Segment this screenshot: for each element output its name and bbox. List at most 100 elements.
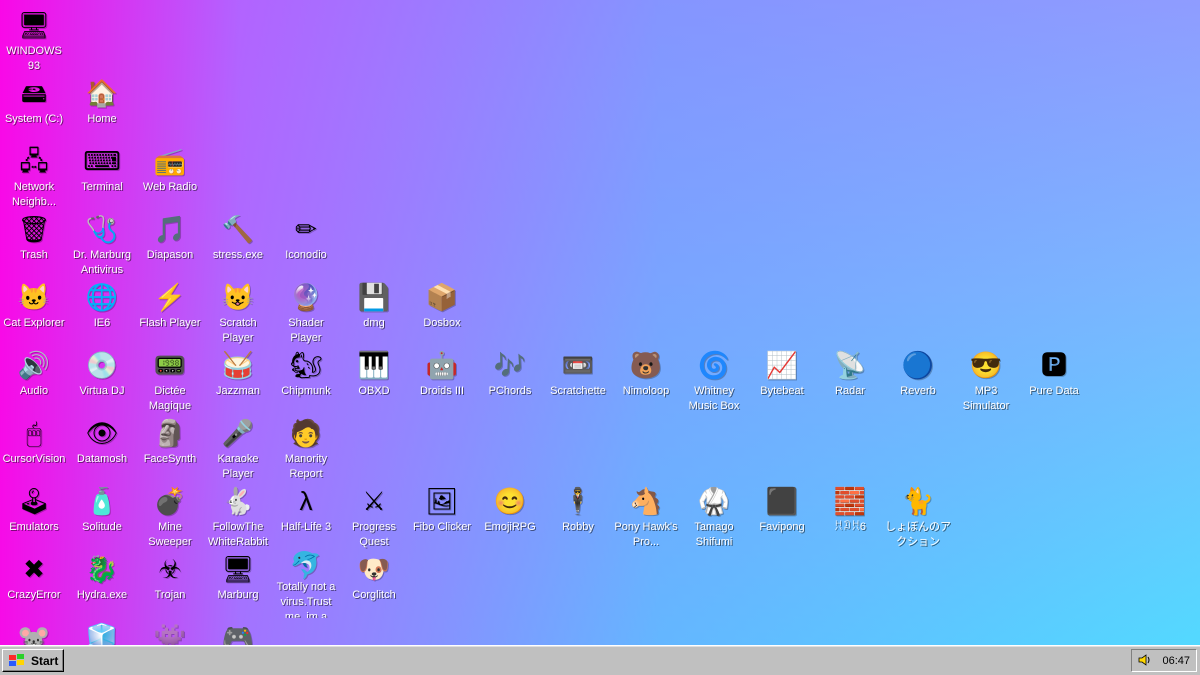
crazyerror-icon: ✖ (23, 554, 45, 584)
desktop-icon-grid: 🖥 WINDOWS 93 🖴 System (C:) 🏠 Home 🖧 Network Nei… (0, 6, 1156, 645)
desktop-icon-fibo-clicker[interactable]: 🖼 Fibo Clicker (408, 482, 476, 550)
desktop-icon-terminal[interactable]: ⌨ Terminal (68, 142, 136, 210)
trojan-icon: ☣ (158, 554, 182, 584)
desktop-icon-totally-not-a-virus-trust-me-im-a-dolphin[interactable]: 🐬Totally not a virus.Trust me..im a dolp… (272, 550, 340, 618)
desktop-icon-chipmunk[interactable]: 🐿 Chipmunk (272, 346, 340, 414)
desktop-icon-crazyerror[interactable]: ✖ CrazyError (0, 550, 68, 618)
desktop-icon-droids-iii[interactable]: 🤖 Droids III (408, 346, 476, 414)
speaker-icon[interactable] (1138, 653, 1152, 667)
desktop-icon-followthe-whiterabbit[interactable]: 🐇 FollowThe WhiteRabbit (204, 482, 272, 550)
desktop-icon-hydra-exe[interactable]: 🐉 Hydra.exe (68, 550, 136, 618)
desktop-icon-emojirpg[interactable]: 😊 EmojiRPG (476, 482, 544, 550)
empty-cell (816, 142, 884, 210)
desktop-icon-pchords[interactable]: 🎶 PChords (476, 346, 544, 414)
desktop-icon-trojan[interactable]: ☣ Trojan (136, 550, 204, 618)
desktop-icon-mp3-simulator[interactable]: 😎 MP3 Simulator (952, 346, 1020, 414)
desktop-icon-cat-explorer[interactable]: 🐱 Cat Explorer (0, 278, 68, 346)
desktop-icon-icon-132[interactable]: 🐈 しょぼんのアクション (884, 482, 952, 550)
desktop-icon-label: Nimoloop (622, 385, 670, 397)
desktop-icon-audio[interactable]: 🔊 Audio (0, 346, 68, 414)
clock: 06:47 (1162, 654, 1190, 667)
empty-cell (544, 278, 612, 346)
desktop-icon-pony-hawk-s-pro[interactable]: 🐴 Pony Hawk's Pro... (612, 482, 680, 550)
desktop-icon-nimoloop[interactable]: 🐻 Nimoloop (612, 346, 680, 414)
desktop-icon-karaoke-player[interactable]: 🎤 Karaoke Player (204, 414, 272, 482)
pony-hawk-s-pro-icon: 🐴 (629, 486, 663, 516)
desktop-icon-manority-report[interactable]: 🧑 Manority Report (272, 414, 340, 482)
desktop-icon-6[interactable]: 🧱 ꀡꀣꀡ6 (816, 482, 884, 550)
desktop-icon-jazzman[interactable]: 🥁 Jazzman (204, 346, 272, 414)
empty-cell (884, 278, 952, 346)
desktop-icon-iconodio[interactable]: ✏ Iconodio (272, 210, 340, 278)
diapason-icon: 🎵 (153, 214, 187, 244)
desktop-icon-radar[interactable]: 📡 Radar (816, 346, 884, 414)
desktop-icon-dosbox[interactable]: 📦 Dosbox (408, 278, 476, 346)
desktop-icon-label: Dictée Magique (148, 385, 192, 412)
mine-sweeper-icon: 💣 (153, 486, 187, 516)
desktop-icon-dr-marburg-antivirus[interactable]: 🩺 Dr. Marburg Antivirus (68, 210, 136, 278)
desktop-icon-corglitch[interactable]: 🐶 Corglitch (340, 550, 408, 618)
desktop-icon-label: Network Neighb... (11, 181, 57, 208)
desktop-icon-web-radio[interactable]: 📻 Web Radio (136, 142, 204, 210)
desktop-icon-emulators[interactable]: 🕹 Emulators (0, 482, 68, 550)
desktop-icon-icon-153[interactable]: 🐭 (0, 618, 68, 645)
empty-cell (272, 142, 340, 210)
start-button[interactable]: Start (2, 649, 64, 672)
desktop-icon-obxd[interactable]: 🎹 OBXD (340, 346, 408, 414)
desktop-icon-trash[interactable]: 🗑 Trash (0, 210, 68, 278)
desktop-icon-label: Home (87, 113, 117, 125)
desktop-icon-marburg[interactable]: 🖥 Marburg (204, 550, 272, 618)
empty-cell (748, 74, 816, 142)
desktop-icon-solitude[interactable]: 🧴 Solitude (68, 482, 136, 550)
desktop-icon-dmg[interactable]: 💾 dmg (340, 278, 408, 346)
desktop-icon-whitney-music-box[interactable]: 🌀 Whitney Music Box (680, 346, 748, 414)
start-label: Start (31, 653, 59, 668)
desktop-icon-home[interactable]: 🏠 Home (68, 74, 136, 142)
desktop-icon-ie6[interactable]: 🌐 IE6 (68, 278, 136, 346)
empty-cell (1020, 142, 1088, 210)
empty-cell (408, 74, 476, 142)
desktop-icon-scratchette[interactable]: 📼 Scratchette (544, 346, 612, 414)
mp3-simulator-icon: 😎 (969, 350, 1003, 380)
empty-cell (748, 414, 816, 482)
desktop-icon-stress-exe[interactable]: 🔨 stress.exe (204, 210, 272, 278)
desktop-icon-system-c[interactable]: 🖴 System (C:) (0, 74, 68, 142)
desktop-icon-virtua-dj[interactable]: 💿 Virtua DJ (68, 346, 136, 414)
empty-cell (1088, 550, 1156, 618)
desktop-icon-label: Reverb (900, 385, 936, 397)
empty-cell (612, 278, 680, 346)
desktop-icon-tamago-shifumi[interactable]: 🥋 Tamago Shifumi (680, 482, 748, 550)
desktop-icon-label: Karaoke Player (217, 453, 259, 480)
desktop-icon-shader-player[interactable]: 🔮 Shader Player (272, 278, 340, 346)
desktop-icon-label: MP3 Simulator (962, 385, 1010, 412)
desktop-icon-robby[interactable]: 🕴 Robby (544, 482, 612, 550)
empty-cell (340, 414, 408, 482)
desktop-icon-pure-data[interactable]: 🅿 Pure Data (1020, 346, 1088, 414)
desktop-icon-progress-quest[interactable]: ⚔ Progress Quest (340, 482, 408, 550)
empty-cell (136, 6, 204, 74)
desktop-icon-cursorvision[interactable]: 🖱 CursorVision (0, 414, 68, 482)
desktop-icon-reverb[interactable]: 🔵 Reverb (884, 346, 952, 414)
desktop-icon-scratch-player[interactable]: 😺 Scratch Player (204, 278, 272, 346)
desktop-icon-dict-e-magique[interactable]: 📟 Dictée Magique (136, 346, 204, 414)
desktop-icon-facesynth[interactable]: 🗿 FaceSynth (136, 414, 204, 482)
robby-icon: 🕴 (561, 486, 595, 516)
desktop-icon-label: WINDOWS 93 (6, 45, 62, 72)
scratch-player-icon: 😺 (221, 282, 255, 312)
desktop-icon-favipong[interactable]: ⬛ Favipong (748, 482, 816, 550)
cat-explorer-icon: 🐱 (17, 282, 51, 312)
desktop-icon-icon-156[interactable]: 🎮 (204, 618, 272, 645)
empty-cell (612, 210, 680, 278)
desktop-icon-icon-155[interactable]: 👾 (136, 618, 204, 645)
empty-cell (204, 6, 272, 74)
desktop-icon-network-neighb[interactable]: 🖧 Network Neighb... (0, 142, 68, 210)
desktop-icon-label: CursorVision (2, 453, 66, 465)
desktop-icon-datamosh[interactable]: 👁 Datamosh (68, 414, 136, 482)
desktop-icon-flash-player[interactable]: ⚡ Flash Player (136, 278, 204, 346)
desktop-icon-windows-93[interactable]: 🖥 WINDOWS 93 (0, 6, 68, 74)
desktop-icon-half-life-3[interactable]: λ Half-Life 3 (272, 482, 340, 550)
desktop-icon-diapason[interactable]: 🎵 Diapason (136, 210, 204, 278)
desktop-icon-icon-154[interactable]: 🧊 (68, 618, 136, 645)
desktop-icon-bytebeat[interactable]: 📈 Bytebeat (748, 346, 816, 414)
desktop-icon-mine-sweeper[interactable]: 💣 Mine Sweeper (136, 482, 204, 550)
